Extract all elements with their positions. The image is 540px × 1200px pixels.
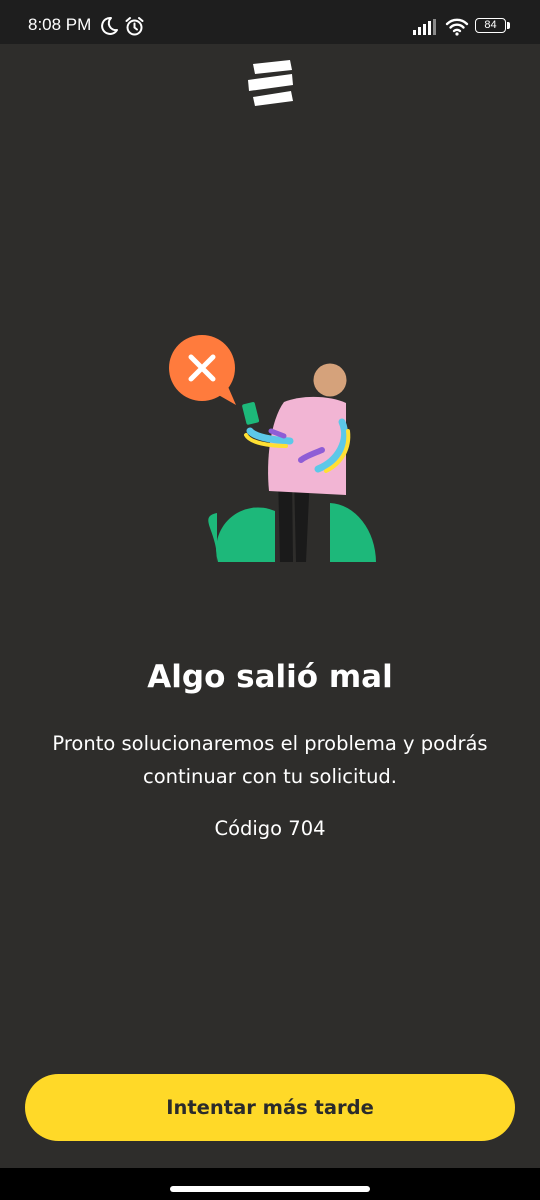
retry-later-button[interactable]: Intentar más tarde: [25, 1074, 515, 1141]
moon-icon: [101, 16, 118, 35]
battery-level: 84: [484, 19, 497, 31]
alarm-icon: [125, 17, 144, 36]
home-indicator[interactable]: [170, 1186, 370, 1192]
error-title: Algo salió mal: [147, 659, 393, 695]
navigation-bar: [0, 1168, 540, 1200]
brand-logo-icon: [248, 60, 293, 106]
error-person-illustration: [169, 335, 376, 562]
status-time: 8:08 PM: [28, 15, 92, 34]
battery-tip: [507, 22, 510, 29]
status-bar: 8:08 PM 84: [0, 0, 540, 44]
battery-icon: 84: [475, 18, 506, 33]
error-code: Código 704: [214, 817, 326, 840]
error-message: Pronto solucionaremos el problema y podr…: [52, 732, 488, 788]
signal-icon: [413, 19, 436, 35]
wifi-icon: [445, 18, 469, 36]
